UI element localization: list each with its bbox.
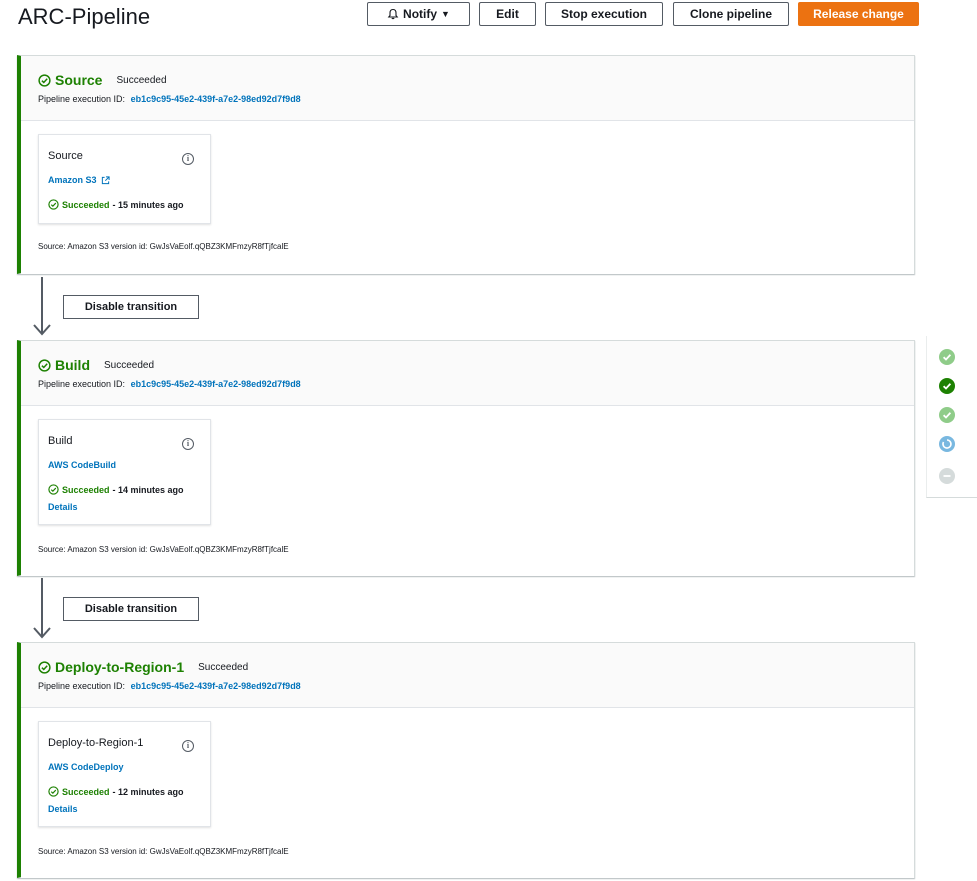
action-name: Deploy-to-Region-1 [48, 737, 144, 749]
stage-build: Build Succeeded Pipeline execution ID: e… [17, 340, 915, 576]
action-status: Succeeded - 12 minutes ago [48, 786, 184, 797]
stage-body: Deploy-to-Region-1 i AWS CodeDeploy Succ… [21, 708, 914, 878]
transition-arrow-icon [33, 277, 51, 336]
stage-title: Source Succeeded [38, 72, 167, 88]
action-card-build: Build i AWS CodeBuild Succeeded - 14 min… [38, 419, 211, 525]
action-status: Succeeded - 15 minutes ago [48, 199, 184, 210]
info-icon[interactable]: i [182, 438, 194, 450]
source-version: Source: Amazon S3 version id: GwJsVaEolf… [38, 545, 289, 554]
stop-execution-button[interactable]: Stop execution [545, 2, 663, 26]
execution-id-label: Pipeline execution ID: [38, 379, 126, 389]
source-version: Source: Amazon S3 version id: GwJsVaEolf… [38, 847, 289, 856]
bell-icon [387, 8, 399, 20]
transition-arrow-icon [33, 578, 51, 639]
release-change-button[interactable]: Release change [798, 2, 919, 26]
notify-label: Notify [403, 7, 438, 21]
execution-id-label: Pipeline execution ID: [38, 681, 126, 691]
stage-title: Deploy-to-Region-1 Succeeded [38, 659, 248, 675]
provider-link[interactable]: AWS CodeDeploy [48, 762, 124, 772]
action-card-source: Source i Amazon S3 Succeeded - 15 minute… [38, 134, 211, 224]
notify-button[interactable]: Notify ▼ [367, 2, 470, 26]
clone-pipeline-button[interactable]: Clone pipeline [673, 2, 789, 26]
stage-title: Build Succeeded [38, 357, 154, 373]
check-circle-icon [48, 199, 59, 210]
stage-body: Build i AWS CodeBuild Succeeded - 14 min… [21, 406, 914, 576]
provider-label: AWS CodeDeploy [48, 762, 124, 772]
check-circle-icon [48, 786, 59, 797]
check-circle-icon [38, 660, 51, 674]
stage-body: Source i Amazon S3 Succeeded - 15 minute… [21, 121, 914, 274]
status-time: - 14 minutes ago [112, 484, 184, 495]
edit-button[interactable]: Edit [479, 2, 536, 26]
status-time: - 12 minutes ago [112, 786, 184, 797]
stage-navigator [926, 336, 977, 498]
stage-status: Succeeded [198, 661, 249, 673]
status-text: Succeeded [62, 199, 110, 210]
action-name: Build [48, 435, 73, 447]
action-card-deploy: Deploy-to-Region-1 i AWS CodeDeploy Succ… [38, 721, 211, 827]
provider-link[interactable]: AWS CodeBuild [48, 460, 116, 470]
execution-id-line: Pipeline execution ID: eb1c9c95-45e2-439… [38, 681, 301, 691]
execution-id-link[interactable]: eb1c9c95-45e2-439f-a7e2-98ed92d7f9d8 [131, 681, 301, 691]
details-link[interactable]: Details [48, 502, 78, 512]
caret-down-icon: ▼ [441, 9, 450, 19]
stage-nav-in-progress-icon[interactable] [939, 436, 955, 452]
disable-transition-button[interactable]: Disable transition [63, 295, 199, 319]
stage-name-label: Source [55, 72, 103, 88]
info-icon[interactable]: i [182, 153, 194, 165]
execution-id-label: Pipeline execution ID: [38, 94, 126, 104]
stage-status: Succeeded [116, 74, 167, 86]
action-status: Succeeded - 14 minutes ago [48, 484, 184, 495]
provider-label: AWS CodeBuild [48, 460, 116, 470]
stage-name-label: Build [55, 357, 90, 373]
execution-id-link[interactable]: eb1c9c95-45e2-439f-a7e2-98ed92d7f9d8 [131, 379, 301, 389]
stage-header: Build Succeeded Pipeline execution ID: e… [21, 341, 914, 406]
stage-nav-inactive-icon[interactable] [939, 468, 955, 484]
provider-label: Amazon S3 [48, 175, 97, 185]
stage-source: Source Succeeded Pipeline execution ID: … [17, 55, 915, 274]
action-name: Source [48, 150, 83, 162]
stage-header: Source Succeeded Pipeline execution ID: … [21, 56, 914, 121]
status-text: Succeeded [62, 786, 110, 797]
external-link-icon [101, 175, 110, 184]
execution-id-link[interactable]: eb1c9c95-45e2-439f-a7e2-98ed92d7f9d8 [131, 94, 301, 104]
stage-name-label: Deploy-to-Region-1 [55, 659, 185, 675]
disable-transition-button[interactable]: Disable transition [63, 597, 199, 621]
status-time: - 15 minutes ago [112, 199, 184, 210]
check-circle-icon [48, 484, 59, 495]
execution-id-line: Pipeline execution ID: eb1c9c95-45e2-439… [38, 379, 301, 389]
status-text: Succeeded [62, 484, 110, 495]
details-link[interactable]: Details [48, 804, 78, 814]
stage-nav-succeeded-icon[interactable] [939, 407, 955, 423]
stage-nav-current-icon[interactable] [939, 378, 955, 394]
stage-header: Deploy-to-Region-1 Succeeded Pipeline ex… [21, 643, 914, 708]
stage-nav-succeeded-icon[interactable] [939, 349, 955, 365]
provider-link[interactable]: Amazon S3 [48, 175, 110, 185]
info-icon[interactable]: i [182, 740, 194, 752]
stage-deploy-to-region-1: Deploy-to-Region-1 Succeeded Pipeline ex… [17, 642, 915, 878]
page-title: ARC-Pipeline [18, 4, 151, 29]
check-circle-icon [38, 73, 51, 87]
source-version: Source: Amazon S3 version id: GwJsVaEolf… [38, 242, 289, 251]
stage-status: Succeeded [104, 359, 155, 371]
check-circle-icon [38, 358, 51, 372]
execution-id-line: Pipeline execution ID: eb1c9c95-45e2-439… [38, 94, 301, 104]
